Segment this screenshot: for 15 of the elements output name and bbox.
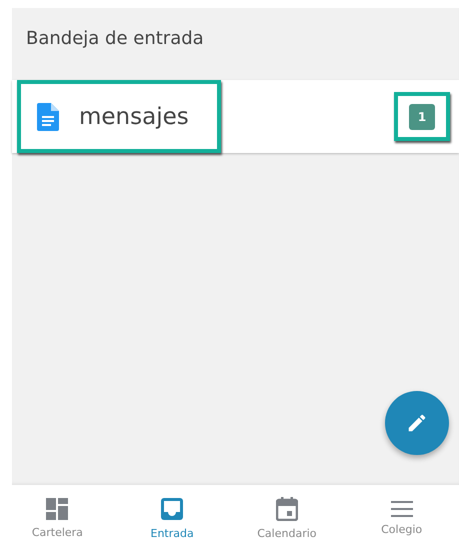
nav-tab[interactable]: Colegio bbox=[344, 485, 459, 551]
calendar-icon bbox=[276, 496, 298, 520]
folder-row[interactable]: mensajes 1 bbox=[12, 80, 459, 153]
page-title: Bandeja de entrada bbox=[25, 27, 205, 51]
inbox-icon bbox=[160, 496, 184, 520]
compose-button[interactable] bbox=[385, 391, 449, 455]
nav-tab[interactable]: Cartelera bbox=[0, 485, 115, 551]
pencil-icon bbox=[406, 412, 428, 434]
folder-label: mensajes bbox=[79, 104, 189, 130]
nav-tab[interactable]: Calendario bbox=[230, 485, 344, 551]
unread-count: 1 bbox=[409, 104, 435, 130]
menu-icon bbox=[390, 500, 413, 516]
nav-tab[interactable]: Entrada bbox=[114, 485, 230, 551]
dashboard-icon bbox=[46, 498, 68, 520]
document-icon bbox=[37, 102, 59, 130]
